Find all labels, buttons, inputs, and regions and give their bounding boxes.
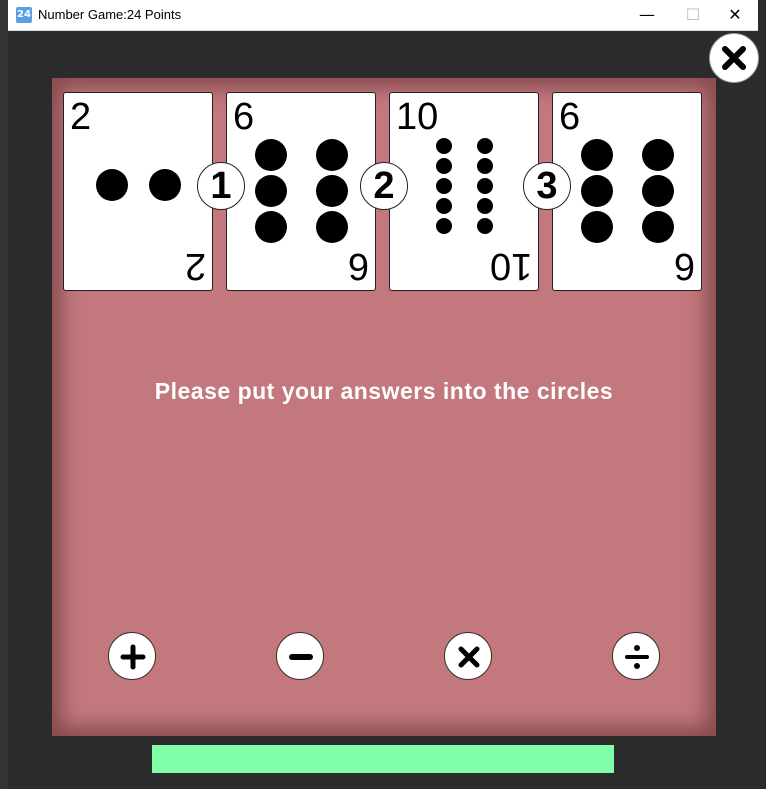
background-strip-left bbox=[0, 0, 8, 789]
answer-slot-2[interactable]: 2 bbox=[360, 162, 408, 210]
divide-button[interactable] bbox=[612, 632, 660, 680]
maximize-button[interactable]: ☐ bbox=[670, 0, 716, 30]
card-rank-inverted: 6 bbox=[347, 245, 369, 287]
minus-button[interactable] bbox=[276, 632, 324, 680]
card-rank-inverted: 2 bbox=[184, 245, 206, 287]
card-pip bbox=[642, 139, 674, 171]
card-4[interactable]: 6 6 bbox=[552, 92, 702, 291]
app-icon: 24 bbox=[16, 7, 32, 23]
minimize-button[interactable]: — bbox=[624, 0, 670, 30]
title-bar: 24 Number Game:24 Points — ☐ ✕ bbox=[8, 0, 758, 31]
close-icon: ✕ bbox=[728, 5, 742, 24]
card-pip bbox=[642, 175, 674, 207]
card-pip bbox=[477, 158, 493, 174]
answer-slot-3[interactable]: 3 bbox=[523, 162, 571, 210]
card-pip bbox=[316, 175, 348, 207]
card-pip bbox=[477, 178, 493, 194]
card-pip bbox=[255, 139, 287, 171]
minimize-icon: — bbox=[639, 5, 655, 24]
card-pip bbox=[581, 211, 613, 243]
card-2[interactable]: 6 6 bbox=[226, 92, 376, 291]
card-pip bbox=[581, 175, 613, 207]
close-x-icon bbox=[722, 46, 746, 70]
card-pip bbox=[316, 139, 348, 171]
card-pip bbox=[149, 169, 181, 201]
card-pip bbox=[436, 218, 452, 234]
plus-button[interactable] bbox=[108, 632, 156, 680]
card-rank: 2 bbox=[70, 96, 92, 138]
card-pip bbox=[642, 211, 674, 243]
window-close-button[interactable]: ✕ bbox=[712, 0, 758, 30]
window-title: Number Game:24 Points bbox=[38, 7, 182, 22]
card-pip bbox=[96, 169, 128, 201]
background-strip-right bbox=[758, 0, 766, 789]
maximize-icon: ☐ bbox=[685, 5, 701, 24]
card-rank: 6 bbox=[233, 96, 255, 138]
card-pip bbox=[436, 178, 452, 194]
card-pip bbox=[436, 158, 452, 174]
card-rank: 6 bbox=[559, 96, 581, 138]
times-icon bbox=[458, 646, 480, 668]
instruction-text: Please put your answers into the circles bbox=[154, 378, 614, 404]
card-pip bbox=[436, 138, 452, 154]
card-pip bbox=[581, 139, 613, 171]
card-pip bbox=[477, 138, 493, 154]
card-pip bbox=[477, 198, 493, 214]
answer-bar bbox=[152, 745, 614, 773]
minus-icon bbox=[289, 654, 313, 660]
card-1[interactable]: 2 2 bbox=[63, 92, 213, 291]
card-pip bbox=[255, 175, 287, 207]
card-pip bbox=[255, 211, 287, 243]
game-close-button[interactable] bbox=[709, 33, 759, 83]
plus-icon bbox=[120, 644, 146, 670]
card-pip bbox=[436, 198, 452, 214]
card-rank: 10 bbox=[396, 96, 439, 138]
card-3[interactable]: 10 10 bbox=[389, 92, 539, 291]
divide-icon bbox=[625, 645, 649, 669]
card-rank-inverted: 6 bbox=[673, 245, 695, 287]
answer-slot-1[interactable]: 1 bbox=[197, 162, 245, 210]
card-pip bbox=[316, 211, 348, 243]
card-pip bbox=[477, 218, 493, 234]
card-rank-inverted: 10 bbox=[489, 245, 532, 287]
times-button[interactable] bbox=[444, 632, 492, 680]
